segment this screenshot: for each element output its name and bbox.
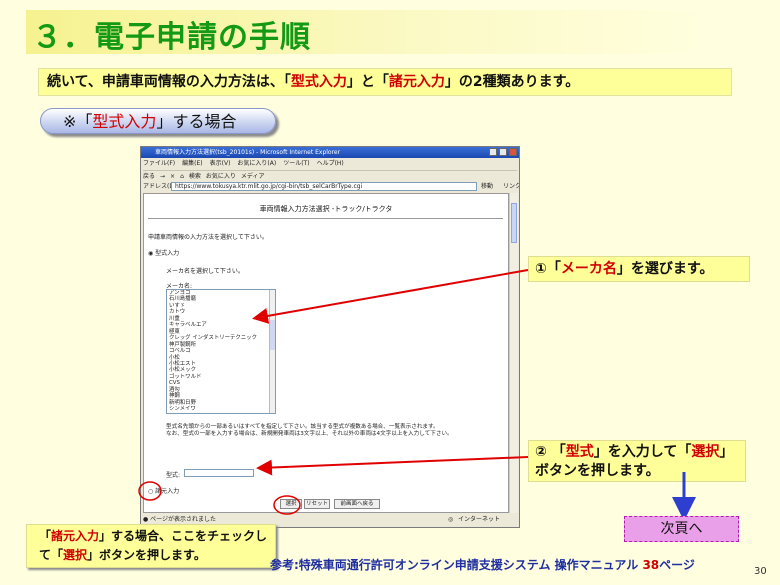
page-content: 車両情報入力方法選択 -トラック/トラクタ 申請車両情報の入力方法を選択して下さ…	[143, 193, 509, 513]
radio-type-input[interactable]: ◉ 型式入力	[148, 248, 179, 257]
callout-maker-post: 」を選びます。	[616, 261, 714, 277]
intro-post: 」の2種類あります。	[444, 74, 580, 90]
menu-tools[interactable]: ツール(T)	[283, 160, 309, 167]
slide-title-bar: ３．電子申請の手順	[26, 10, 726, 55]
links-label: リンク	[503, 183, 520, 190]
radio-spec-label: 諸元入力	[155, 488, 180, 495]
callout-model-select-keyword: 選択	[691, 444, 720, 460]
browser-title-bar: 車両情報入力方法選択(tsb_20101s) - Microsoft Inter…	[141, 147, 519, 158]
listbox-scrollbar[interactable]	[269, 290, 275, 413]
intro-pre: 続いて、申請車両情報の入力方法は、「	[47, 74, 291, 90]
select-button[interactable]: 選択	[280, 499, 302, 509]
browser-toolbar: 戻る → × ⌂ 検索 お気に入り メディア	[143, 170, 517, 182]
menu-favorites[interactable]: お気に入り(A)	[237, 160, 276, 167]
model-input[interactable]	[184, 469, 254, 477]
radio-checked-icon[interactable]: ◉	[148, 250, 153, 257]
slide-title: ３．電子申請の手順	[32, 20, 311, 55]
callout-spec-input: 「諸元入力」する場合、ここをチェックして「選択」ボタンを押します。	[26, 524, 276, 568]
radio-unchecked-icon[interactable]: ○	[148, 488, 153, 495]
menu-bar: ファイル(F) 編集(E) 表示(V) お気に入り(A) ツール(T) ヘルプ(H)	[143, 159, 513, 169]
search-button[interactable]: 検索	[189, 173, 201, 180]
forward-button[interactable]: →	[160, 173, 165, 180]
callout-maker-pre: ①「	[535, 261, 561, 277]
back-to-previous-button[interactable]: 前画面へ戻る	[334, 499, 380, 509]
case-pre: ※「	[63, 112, 93, 131]
callout-spec-select-keyword: 選択	[63, 548, 88, 562]
callout-spec-pre: 「	[39, 529, 52, 543]
go-button[interactable]: 移動	[481, 182, 493, 192]
address-bar: アドレス(D) https://www.tokusya.ktr.mlit.go.…	[143, 182, 520, 192]
callout-maker-keyword: メーカ名	[560, 261, 617, 277]
internet-zone-icon: ◎	[448, 516, 454, 523]
browser-title: 車両情報入力方法選択(tsb_20101s) - Microsoft Inter…	[155, 149, 341, 156]
callout-model: ② 「型式」を入力して「選択」ボタンを押します。	[528, 440, 746, 482]
status-text: ページが表示されました	[150, 516, 217, 523]
case-heading: ※「型式入力」する場合	[40, 108, 276, 134]
divider	[148, 218, 503, 219]
callout-model-mid: 」を入力して「	[593, 444, 692, 460]
intro-keyword-spec-input: 諸元入力	[388, 74, 445, 90]
reference-pre: 参考:特殊車両通行許可オンライン申請支援システム 操作マニュアル	[270, 558, 643, 572]
callout-spec-post: 」ボタンを押します。	[87, 548, 206, 562]
address-input[interactable]: https://www.tokusya.ktr.mlit.go.jp/cgi-b…	[171, 182, 477, 191]
intro-keyword-type-input: 型式入力	[290, 74, 347, 90]
maximize-icon[interactable]	[499, 148, 507, 156]
callout-spec-keyword: 諸元入力	[51, 529, 100, 543]
favorites-button[interactable]: お気に入り	[206, 173, 236, 180]
reference-page: 38	[642, 558, 660, 572]
form-instruction: 申請車両情報の入力方法を選択して下さい。	[148, 234, 268, 241]
callout-model-keyword: 型式	[565, 444, 594, 460]
callout-maker: ①「メーカ名」を選びます。	[528, 256, 750, 282]
radio-spec-input[interactable]: ○ 諸元入力	[148, 486, 179, 495]
reset-button[interactable]: リセット	[304, 499, 330, 509]
reference-post: ページ	[659, 558, 695, 572]
reference-text: 参考:特殊車両通行許可オンライン申請支援システム 操作マニュアル 38ページ	[270, 556, 695, 573]
menu-file[interactable]: ファイル(F)	[143, 160, 175, 167]
stop-button[interactable]: ×	[170, 173, 175, 180]
page-done-icon: ●	[143, 516, 149, 523]
radio-type-label: 型式入力	[155, 250, 180, 257]
menu-view[interactable]: 表示(V)	[210, 160, 231, 167]
maker-prompt: メーカ名を選択して下さい。	[166, 268, 244, 275]
callout-model-pre: ② 「	[535, 444, 566, 460]
media-button[interactable]: メディア	[241, 173, 265, 180]
case-keyword: 型式入力	[92, 112, 157, 131]
intro-mid: 」と「	[346, 74, 389, 90]
next-page-button[interactable]: 次頁へ	[624, 516, 739, 542]
internet-zone: インターネット	[458, 516, 501, 523]
menu-edit[interactable]: 編集(E)	[182, 160, 202, 167]
model-label: 型式:	[166, 472, 181, 479]
case-post: 」する場合	[156, 112, 237, 131]
page-scrollbar[interactable]	[509, 193, 518, 513]
form-page-title: 車両情報入力方法選択 -トラック/トラクタ	[259, 205, 393, 213]
model-note-2: なお、型式の一部を入力する場合は、新規開発車両は3文字以上、それ以外の車両は4文…	[166, 431, 453, 438]
close-icon[interactable]	[509, 148, 517, 156]
maker-listbox[interactable]: アンヨコ 石川島播磨 いすゞ カトウ 川重 キャラベルエア 極東 クレッグ インダストリーテク…	[166, 289, 276, 414]
home-button[interactable]: ⌂	[180, 173, 184, 180]
maker-option[interactable]: SMC	[169, 413, 275, 414]
menu-help[interactable]: ヘルプ(H)	[317, 160, 344, 167]
model-note: 型式名先頭からの一部あるいはすべてを指定して下さい。該当する型式が複数ある場合、…	[166, 424, 496, 439]
minimize-icon[interactable]	[489, 148, 497, 156]
intro-text: 続いて、申請車両情報の入力方法は、「型式入力」と「諸元入力」の2種類あります。	[38, 68, 732, 96]
back-button[interactable]: 戻る	[143, 173, 155, 180]
browser-window: 車両情報入力方法選択(tsb_20101s) - Microsoft Inter…	[140, 146, 520, 528]
page-number: 30	[754, 566, 767, 577]
